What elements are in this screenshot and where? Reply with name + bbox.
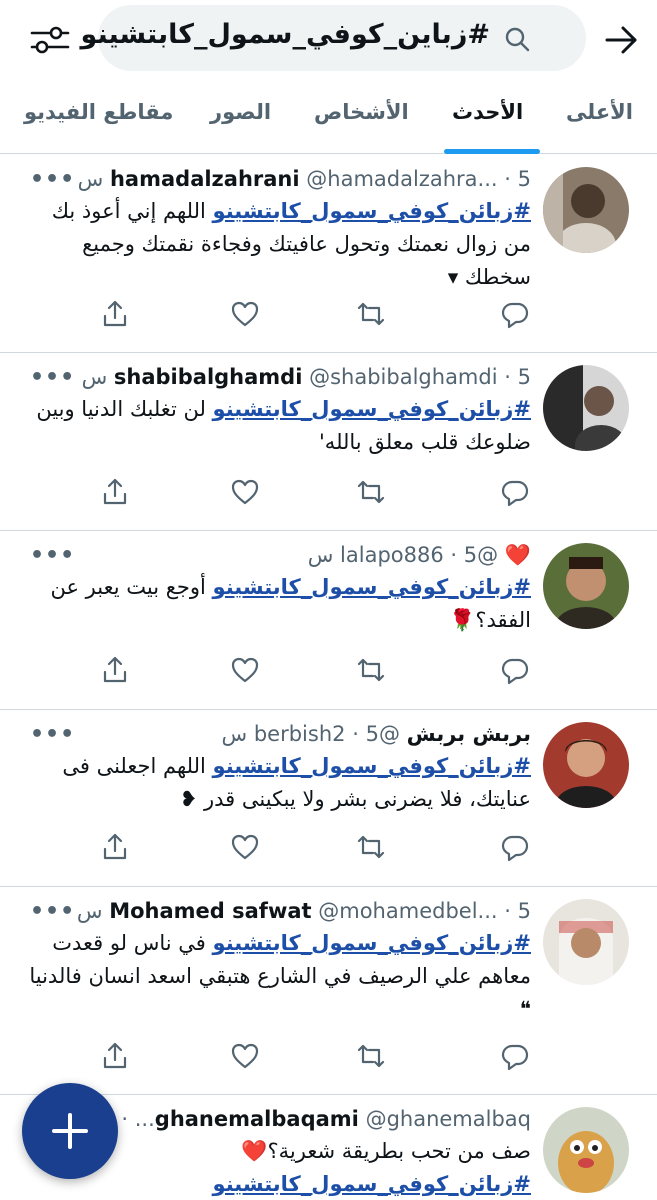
reply-icon[interactable]	[500, 655, 530, 685]
more-options-icon[interactable]: •••	[30, 543, 75, 568]
separator: ·	[504, 365, 511, 389]
share-icon[interactable]	[100, 832, 130, 862]
tweet-text: #زبائن_كوفي_سمول_كابتشينو اللهم اجعلنى ف…	[26, 750, 531, 816]
separator: ·	[504, 899, 511, 923]
separator: ·	[121, 1107, 129, 1131]
search-tabs: الأعلى الأحدث الأشخاص الصور مقاطع الفيدي…	[0, 82, 657, 154]
hashtag-link[interactable]: #زبائن_كوفي_سمول_كابتشينو	[213, 397, 531, 421]
plus-icon	[52, 1113, 88, 1149]
like-heart-icon[interactable]	[230, 299, 260, 329]
avatar[interactable]	[543, 543, 629, 629]
avatar[interactable]	[543, 899, 629, 985]
tweet-item[interactable]: ❤️ @lalapo886 · 5 س ••• #زبائن_كوفي_سمول…	[0, 531, 657, 710]
like-heart-icon[interactable]	[230, 832, 260, 862]
hashtag-link[interactable]: #زبائن_كوفي_سمول_كابتشينو	[213, 754, 531, 778]
more-options-icon[interactable]: •••	[30, 167, 75, 192]
tab-latest[interactable]: الأحدث	[452, 100, 523, 124]
back-arrow-icon[interactable]	[603, 22, 639, 58]
hashtag-link[interactable]: #زبائن_كوفي_سمول_كابتشينو	[213, 931, 531, 955]
tweet-actions	[100, 299, 540, 333]
tweet-item[interactable]: Mohamed safwat @mohamedbel... · 5 س ••• …	[0, 887, 657, 1095]
user-handle[interactable]: @hamadalzahra...	[306, 167, 497, 191]
user-handle[interactable]: @mohamedbel...	[318, 899, 497, 923]
display-name[interactable]: shabibalghamdi	[114, 365, 303, 389]
display-name[interactable]: Mohamed safwat	[109, 899, 311, 923]
more-options-icon[interactable]: •••	[30, 899, 75, 924]
reply-icon[interactable]	[500, 299, 530, 329]
share-icon[interactable]	[100, 655, 130, 685]
reply-icon[interactable]	[500, 477, 530, 507]
tweet-header: Mohamed safwat @mohamedbel... · 5 س	[26, 895, 531, 927]
retweet-icon[interactable]	[356, 477, 386, 507]
share-icon[interactable]	[100, 1041, 130, 1071]
avatar[interactable]	[543, 1107, 629, 1193]
tab-videos[interactable]: مقاطع الفيديو	[24, 100, 173, 124]
search-query: #زباين_كوفي_سمول_كابتشينو	[80, 19, 490, 50]
compose-tweet-button[interactable]	[22, 1083, 118, 1179]
retweet-icon[interactable]	[356, 832, 386, 862]
separator: ·	[504, 167, 511, 191]
tweet-header: بربش بربش @berbish2 · 5 س	[26, 718, 531, 750]
tweet-actions	[100, 655, 540, 689]
more-options-icon[interactable]: •••	[30, 722, 75, 747]
avatar[interactable]	[543, 167, 629, 253]
tweet-item[interactable]: بربش بربش @berbish2 · 5 س ••• #زبائن_كوف…	[0, 710, 657, 887]
tab-top[interactable]: الأعلى	[566, 100, 633, 124]
display-name[interactable]: ❤️	[505, 543, 531, 567]
tweet-actions	[100, 832, 540, 866]
top-bar: #زباين_كوفي_سمول_كابتشينو	[0, 0, 657, 80]
retweet-icon[interactable]	[356, 1041, 386, 1071]
retweet-icon[interactable]	[356, 299, 386, 329]
more-options-icon[interactable]: •••	[30, 365, 75, 390]
hashtag-link[interactable]: #زبائن_كوفي_سمول_كابتشينو	[213, 199, 531, 223]
filter-settings-icon[interactable]	[26, 16, 74, 64]
tweet-actions	[100, 1041, 540, 1075]
share-icon[interactable]	[100, 299, 130, 329]
tweet-item[interactable]: shabibalghamdi @shabibalghamdi · 5 س •••…	[0, 353, 657, 531]
retweet-icon[interactable]	[356, 655, 386, 685]
tweet-header: ❤️ @lalapo886 · 5 س	[26, 539, 531, 571]
like-heart-icon[interactable]	[230, 655, 260, 685]
separator: ·	[450, 543, 458, 567]
separator: ·	[352, 722, 359, 746]
tweet-text: #زبائن_كوفي_سمول_كابتشينو أوجع بيت يعبر …	[26, 571, 531, 637]
tweet-header: shabibalghamdi @shabibalghamdi · 5 س	[26, 361, 531, 393]
tab-people[interactable]: الأشخاص	[314, 100, 409, 124]
avatar[interactable]	[543, 722, 629, 808]
tweet-header: hamadalzahrani @hamadalzahra... · 5 س	[26, 163, 531, 195]
tweet-text: #زبائن_كوفي_سمول_كابتشينو لن تغلبك الدني…	[26, 393, 531, 459]
search-icon	[505, 27, 530, 52]
hashtag-link[interactable]: #زبائن_كوفي_سمول_كابتشينو	[213, 575, 531, 599]
tweet-actions	[100, 477, 540, 511]
user-handle[interactable]: @berbish2	[254, 722, 400, 746]
display-name[interactable]: ghanemalbaqami	[155, 1107, 359, 1131]
reply-icon[interactable]	[500, 1041, 530, 1071]
tweet-item[interactable]: hamadalzahrani @hamadalzahra... · 5 س ••…	[0, 155, 657, 353]
tab-photos[interactable]: الصور	[210, 100, 271, 124]
display-name[interactable]: بربش بربش	[407, 722, 531, 746]
active-tab-indicator	[444, 149, 540, 154]
search-input[interactable]: #زباين_كوفي_سمول_كابتشينو	[81, 5, 586, 71]
avatar[interactable]	[543, 365, 629, 451]
display-name[interactable]: hamadalzahrani	[110, 167, 300, 191]
tweet-text: #زبائن_كوفي_سمول_كابتشينو اللهم إني أعوذ…	[26, 195, 531, 294]
like-heart-icon[interactable]	[230, 1041, 260, 1071]
tweet-text: #زبائن_كوفي_سمول_كابتشينو في ناس لو قعدت…	[26, 927, 531, 1026]
reply-icon[interactable]	[500, 832, 530, 862]
hashtag-link[interactable]: #زبائن_كوفي_سمول_كابتشينو	[213, 1172, 531, 1196]
share-icon[interactable]	[100, 477, 130, 507]
user-handle[interactable]: @shabibalghamdi	[309, 365, 497, 389]
like-heart-icon[interactable]	[230, 477, 260, 507]
